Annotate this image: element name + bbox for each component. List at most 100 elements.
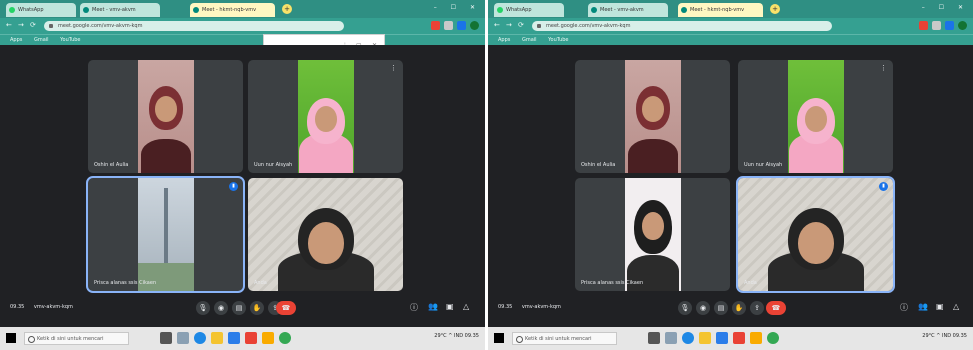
bookmark-item[interactable]: Gmail	[34, 37, 49, 43]
store-icon[interactable]	[716, 332, 728, 344]
app-icon[interactable]	[262, 332, 274, 344]
screenshot-right: WhatsApp Meet - vmv-akvm Meet - hkmt-nqb…	[488, 0, 973, 350]
meeting-time: 09.35	[10, 304, 25, 310]
extension-icon[interactable]	[919, 21, 928, 30]
profile-avatar[interactable]	[470, 21, 479, 30]
store-icon[interactable]	[228, 332, 240, 344]
new-tab-button[interactable]: +	[770, 4, 780, 14]
profile-avatar[interactable]	[958, 21, 967, 30]
bookmark-item[interactable]: Apps	[498, 37, 510, 43]
tab-meet-2[interactable]: Meet - hkmt-nqb-vmv	[190, 3, 275, 17]
tab-strip: WhatsApp Meet - vmv-akvm Meet - hkmt-nqb…	[488, 0, 973, 18]
chrome-icon[interactable]	[279, 332, 291, 344]
captions-button[interactable]: ▤	[232, 301, 246, 315]
tab-meet-1[interactable]: Meet - vmv-akvm	[588, 3, 668, 17]
file-explorer-icon[interactable]	[699, 332, 711, 344]
more-options-icon[interactable]: ⋮	[880, 64, 887, 72]
tab-meet-2[interactable]: Meet - hkmt-nqb-vmv	[678, 3, 763, 17]
window-controls[interactable]: – ☐ ✕	[922, 4, 969, 11]
bookmark-item[interactable]: Apps	[10, 37, 22, 43]
participant-tile[interactable]: Oshin el Aulia	[575, 60, 730, 173]
activities-icon[interactable]: △	[953, 302, 959, 311]
meeting-info: 09.35 vmv-akvm-kqm	[10, 304, 81, 310]
system-tray[interactable]: 29°C ^ IND 09.35	[922, 333, 967, 339]
camera-button[interactable]: ◉	[214, 301, 228, 315]
extension-icon[interactable]	[444, 21, 453, 30]
edge-icon[interactable]	[194, 332, 206, 344]
tab-whatsapp[interactable]: WhatsApp	[6, 3, 76, 17]
reload-icon[interactable]: ⟳	[518, 21, 524, 29]
taskbar-search[interactable]: Ketik di sini untuk mencari	[24, 332, 129, 345]
mic-button[interactable]: 🎙	[196, 301, 210, 315]
lock-icon	[49, 24, 53, 28]
bookmark-item[interactable]: Gmail	[522, 37, 537, 43]
reload-icon[interactable]: ⟳	[30, 21, 36, 29]
forward-icon[interactable]: →	[18, 21, 24, 29]
chat-icon[interactable]: ▣	[936, 302, 944, 311]
extension-icon[interactable]	[945, 21, 954, 30]
participant-tile-active[interactable]: ▮ Anda	[736, 176, 895, 293]
bookmark-item[interactable]: YouTube	[548, 37, 568, 43]
chrome-icon[interactable]	[767, 332, 779, 344]
chat-icon[interactable]: ▣	[446, 302, 454, 311]
widgets-icon[interactable]	[177, 332, 189, 344]
more-options-icon[interactable]: ⋮	[390, 64, 397, 72]
participant-video	[624, 178, 681, 291]
taskbar-apps	[160, 332, 291, 344]
participant-tile[interactable]: Oshin el Aulia	[88, 60, 243, 173]
tab-whatsapp[interactable]: WhatsApp	[494, 3, 564, 17]
participant-tile[interactable]: Prisca alanas ssis Cikaen	[575, 178, 730, 291]
windows-start-icon[interactable]	[6, 333, 16, 343]
task-view-icon[interactable]	[160, 332, 172, 344]
activities-icon[interactable]: △	[463, 302, 469, 311]
end-call-button[interactable]: ☎	[766, 301, 786, 315]
address-bar[interactable]: meet.google.com/vmv-akvm-kqm	[44, 21, 344, 31]
widgets-icon[interactable]	[665, 332, 677, 344]
extension-icon[interactable]	[457, 21, 466, 30]
app-icon[interactable]	[750, 332, 762, 344]
forward-icon[interactable]: →	[506, 21, 512, 29]
participant-name: Prisca alanas ssis Cikaen	[581, 280, 644, 286]
new-tab-button[interactable]: +	[282, 4, 292, 14]
windows-start-icon[interactable]	[494, 333, 504, 343]
extension-icon[interactable]	[431, 21, 440, 30]
meet-icon	[193, 7, 199, 13]
file-explorer-icon[interactable]	[211, 332, 223, 344]
system-tray[interactable]: 29°C ^ IND 09.35	[434, 333, 479, 339]
browser-toolbar: ← → ⟳ meet.google.com/vmv-akvm-kqm	[0, 18, 485, 34]
window-controls[interactable]: – ☐ ✕	[434, 4, 481, 11]
extension-icons	[919, 21, 967, 31]
search-icon	[28, 336, 35, 343]
info-icon[interactable]: ⓘ	[410, 302, 418, 313]
end-call-button[interactable]: ☎	[276, 301, 296, 315]
edge-icon[interactable]	[682, 332, 694, 344]
back-icon[interactable]: ←	[6, 21, 12, 29]
app-icon[interactable]	[245, 332, 257, 344]
camera-button[interactable]: ◉	[696, 301, 710, 315]
participant-tile[interactable]: Anda	[248, 178, 403, 291]
back-icon[interactable]: ←	[494, 21, 500, 29]
bookmark-item[interactable]: YouTube	[60, 37, 80, 43]
meet-icon	[681, 7, 687, 13]
captions-button[interactable]: ▤	[714, 301, 728, 315]
info-icon[interactable]: ⓘ	[900, 302, 908, 313]
raise-hand-button[interactable]: ✋	[250, 301, 264, 315]
taskbar-search[interactable]: Ketik di sini untuk mencari	[512, 332, 617, 345]
meeting-time: 09.35	[498, 304, 513, 310]
people-icon[interactable]: 👥	[918, 302, 928, 311]
present-button[interactable]: ⇪	[750, 301, 764, 315]
participant-tile-active[interactable]: ▮ Prisca alanas ssis Cikaen	[86, 176, 245, 293]
participant-tile[interactable]: ⋮ Uun nur Aisyah	[738, 60, 893, 173]
mic-button[interactable]: 🎙	[678, 301, 692, 315]
meet-stage: Oshin el Aulia ⋮ Uun nur Aisyah ▮ Prisca…	[0, 45, 485, 325]
participant-tile[interactable]: ⋮ Uun nur Aisyah	[248, 60, 403, 173]
address-bar[interactable]: meet.google.com/vmv-akvm-kqm	[532, 21, 832, 31]
extension-icon[interactable]	[932, 21, 941, 30]
meet-icon	[83, 7, 89, 13]
task-view-icon[interactable]	[648, 332, 660, 344]
people-icon[interactable]: 👥	[428, 302, 438, 311]
tab-meet-1[interactable]: Meet - vmv-akvm	[80, 3, 160, 17]
screenshot-left: WhatsApp Meet - vmv-akvm Meet - hkmt-nqb…	[0, 0, 485, 350]
raise-hand-button[interactable]: ✋	[732, 301, 746, 315]
app-icon[interactable]	[733, 332, 745, 344]
